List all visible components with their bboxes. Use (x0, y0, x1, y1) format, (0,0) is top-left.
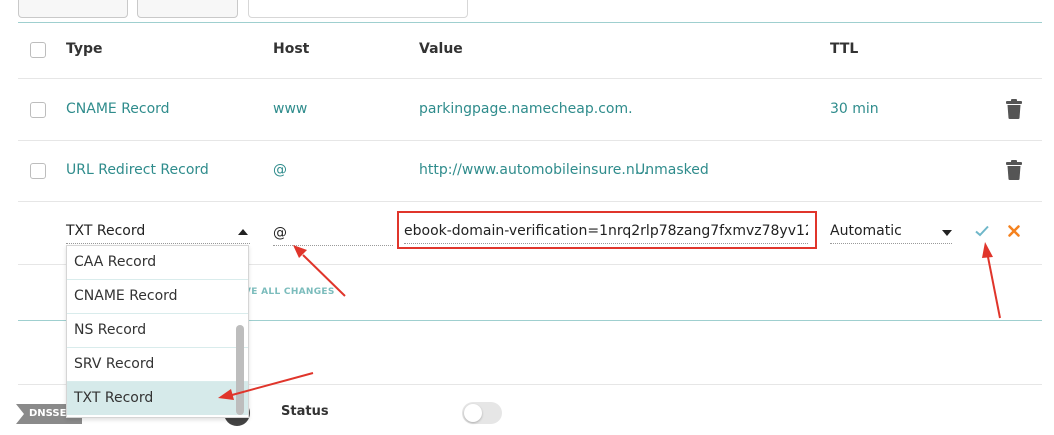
arrow-to-host-icon (302, 254, 346, 297)
arrow-to-confirm-icon (987, 256, 1001, 319)
arrow-to-txt-option-icon (231, 372, 314, 396)
annotation-arrows (218, 242, 1001, 400)
